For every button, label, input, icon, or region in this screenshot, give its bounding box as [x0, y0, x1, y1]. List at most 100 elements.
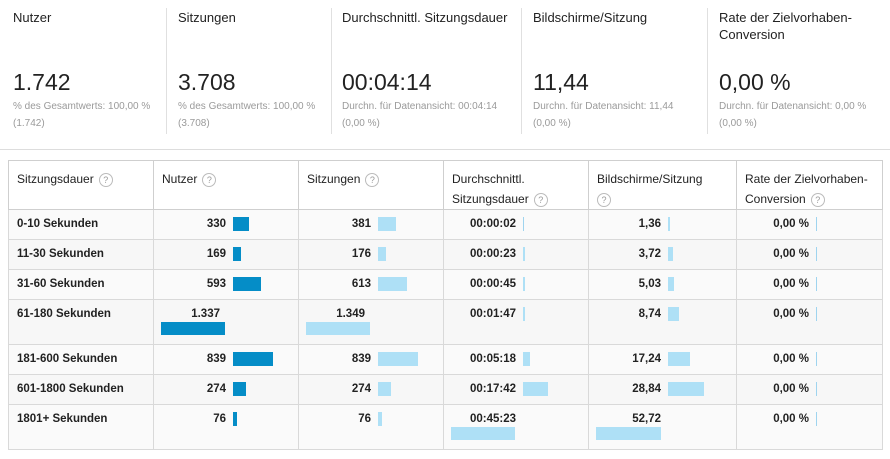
- metric-label: Sitzungen: [178, 10, 236, 25]
- metric-avg-duration[interactable]: Durchschnittl. Sitzungsdauer 00:04:14 Du…: [342, 0, 517, 134]
- metric-value: 1.742: [13, 69, 71, 95]
- cell-value: 0,00 %: [773, 383, 809, 395]
- help-icon[interactable]: ?: [202, 172, 217, 187]
- table-row: 181-600 Sekunden 839 839 00:05:18 17,24 0,00 …: [8, 344, 883, 375]
- dimension-link[interactable]: 0-10 Sekunden: [17, 218, 98, 230]
- goal-conversion-cell: 0,00 %: [736, 209, 883, 240]
- value-bar: [816, 307, 817, 321]
- cell-value: 0,00 %: [773, 413, 809, 425]
- metric-label: Nutzer: [13, 10, 52, 25]
- value-bar: [523, 247, 525, 261]
- metric-sub: Durchn. für Datenansicht: 0,00 % (0,00 %): [719, 101, 867, 129]
- goal-conversion-cell: 0,00 %: [736, 344, 883, 375]
- cell-value: 839: [206, 353, 226, 365]
- cell-value: 5,03: [638, 278, 661, 290]
- dimension-cell: 0-10 Sekunden: [8, 209, 154, 240]
- sessions-cell: 839: [298, 344, 444, 375]
- cell-value: 613: [351, 278, 371, 290]
- metric-value: 3.708: [178, 69, 236, 95]
- goal-conversion-cell: 0,00 %: [736, 299, 883, 345]
- metric-users[interactable]: Nutzer 1.742 % des Gesamtwerts: 100,00 %…: [13, 0, 163, 134]
- dimension-cell: 11-30 Sekunden: [8, 239, 154, 270]
- value-bar: [233, 277, 261, 291]
- dimension-link[interactable]: 31-60 Sekunden: [17, 278, 105, 290]
- cell-value: 274: [351, 383, 371, 395]
- metric-value: 00:04:14: [342, 69, 432, 95]
- cell-value: 0,00 %: [773, 353, 809, 365]
- value-bar: [668, 307, 679, 321]
- avg-duration-cell: 00:00:02: [443, 209, 589, 240]
- dimension-link[interactable]: 601-1800 Sekunden: [17, 383, 124, 395]
- value-bar: [233, 217, 249, 231]
- col-header-sessions[interactable]: Sitzungen?: [298, 160, 444, 210]
- divider: [331, 8, 332, 134]
- cell-value: 3,72: [638, 248, 661, 260]
- value-bar: [161, 322, 225, 335]
- divider: [707, 8, 708, 134]
- col-header-session-duration[interactable]: Sitzungsdauer?: [8, 160, 154, 210]
- value-bar: [233, 247, 241, 261]
- dimension-cell: 1801+ Sekunden: [8, 404, 154, 450]
- help-icon[interactable]: ?: [810, 192, 825, 207]
- help-icon[interactable]: ?: [533, 192, 548, 207]
- cell-value: 0,00 %: [773, 278, 809, 290]
- avg-duration-cell: 00:17:42: [443, 374, 589, 405]
- sessions-cell: 1.349: [298, 299, 444, 345]
- metric-label: Durchschnittl. Sitzungsdauer: [342, 10, 508, 25]
- table-row: 601-1800 Sekunden 274 274 00:17:42 28,84 0,00…: [8, 374, 883, 405]
- value-bar: [668, 382, 704, 396]
- cell-value: 0,00 %: [773, 248, 809, 260]
- dimension-link[interactable]: 1801+ Sekunden: [17, 413, 107, 425]
- metric-sub: % des Gesamtwerts: 100,00 % (3.708): [178, 101, 316, 129]
- metric-sessions[interactable]: Sitzungen 3.708 % des Gesamtwerts: 100,0…: [178, 0, 328, 134]
- cell-value: 839: [351, 353, 371, 365]
- cell-value: 00:00:45: [469, 278, 516, 290]
- help-icon[interactable]: ?: [98, 172, 113, 187]
- pages-per-session-cell: 5,03: [588, 269, 737, 300]
- value-bar: [816, 217, 817, 231]
- value-bar: [378, 412, 382, 426]
- goal-conversion-cell: 0,00 %: [736, 374, 883, 405]
- value-bar: [523, 352, 530, 366]
- divider: [521, 8, 522, 134]
- table-row: 11-30 Sekunden 169 176 00:00:23 3,72 0,00 %: [8, 239, 883, 270]
- value-bar: [816, 412, 817, 426]
- value-bar: [378, 247, 386, 261]
- dimension-link[interactable]: 11-30 Sekunden: [17, 248, 104, 260]
- col-header-users[interactable]: Nutzer?: [153, 160, 299, 210]
- avg-duration-cell: 00:05:18: [443, 344, 589, 375]
- sessions-cell: 176: [298, 239, 444, 270]
- metric-pages-per-session[interactable]: Bildschirme/Sitzung 11,44 Durchn. für Da…: [533, 0, 703, 134]
- value-bar: [523, 277, 525, 291]
- table-row: 31-60 Sekunden 593 613 00:00:45 5,03 0,00 %: [8, 269, 883, 300]
- help-icon[interactable]: ?: [597, 192, 611, 207]
- col-header-goal-conversion[interactable]: Rate der Zielvorhaben- Conversion?: [736, 160, 883, 210]
- metric-goal-conversion[interactable]: Rate der Zielvorhaben- Conversion 0,00 % …: [719, 0, 884, 134]
- cell-value: 00:05:18: [469, 353, 516, 365]
- sessions-cell: 613: [298, 269, 444, 300]
- dimension-link[interactable]: 181-600 Sekunden: [17, 353, 117, 365]
- pages-per-session-cell: 17,24: [588, 344, 737, 375]
- value-bar: [378, 352, 418, 366]
- divider: [166, 8, 167, 134]
- cell-value: 00:17:42: [469, 383, 516, 395]
- dimension-link[interactable]: 61-180 Sekunden: [17, 308, 111, 320]
- dimension-cell: 61-180 Sekunden: [8, 299, 154, 345]
- value-bar: [378, 217, 396, 231]
- summary-panel: Nutzer 1.742 % des Gesamtwerts: 100,00 %…: [0, 0, 890, 140]
- table-row: 0-10 Sekunden 330 381 00:00:02 1,36 0,00 %: [8, 209, 883, 240]
- dimension-cell: 31-60 Sekunden: [8, 269, 154, 300]
- col-header-pages-per-session[interactable]: Bildschirme/Sitzung?: [588, 160, 737, 210]
- goal-conversion-cell: 0,00 %: [736, 239, 883, 270]
- metric-sub: Durchn. für Datenansicht: 11,44 (0,00 %): [533, 101, 674, 129]
- cell-value: 274: [206, 383, 226, 395]
- metric-label: Rate der Zielvorhaben- Conversion: [719, 10, 852, 42]
- dimension-cell: 601-1800 Sekunden: [8, 374, 154, 405]
- help-icon[interactable]: ?: [365, 172, 380, 187]
- col-header-avg-duration[interactable]: Durchschnittl. Sitzungsdauer?: [443, 160, 589, 210]
- table-header-row: Sitzungsdauer? Nutzer? Sitzungen? Durchs…: [8, 160, 883, 210]
- sessions-cell: 274: [298, 374, 444, 405]
- users-cell: 169: [153, 239, 299, 270]
- value-bar: [668, 277, 674, 291]
- pages-per-session-cell: 52,72: [588, 404, 737, 450]
